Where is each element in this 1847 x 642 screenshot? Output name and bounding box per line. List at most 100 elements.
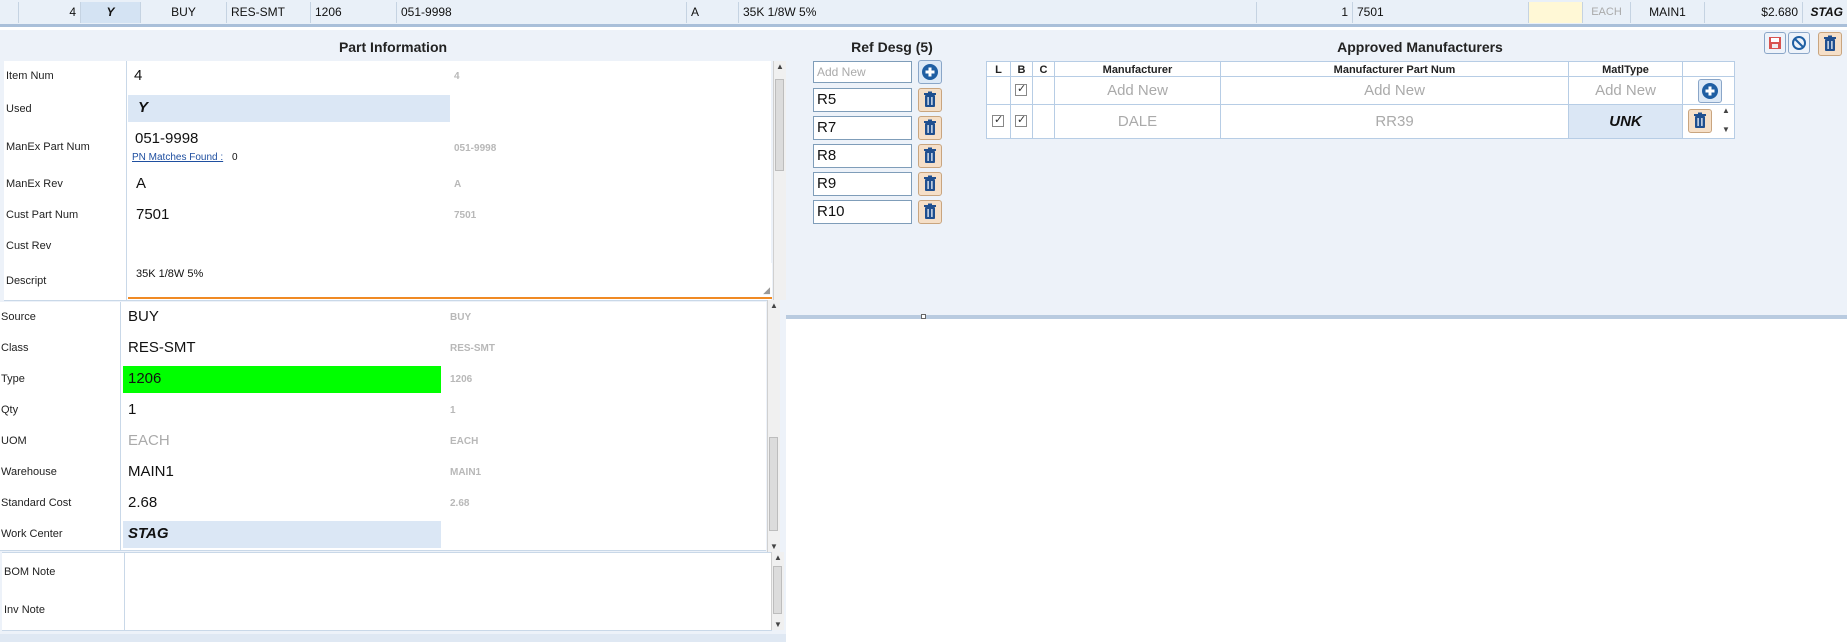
label-standard-cost: Standard Cost: [1, 497, 72, 509]
manex-part-num-input[interactable]: 051-9998: [135, 130, 198, 147]
trash-icon: [1694, 112, 1706, 128]
delete-ref-desg-button[interactable]: [918, 172, 942, 196]
delete-icon: [1824, 35, 1836, 51]
add-ref-desg-button[interactable]: [918, 60, 942, 84]
qty-input[interactable]: 1: [128, 401, 136, 418]
ref-desg-input[interactable]: R5: [813, 88, 912, 112]
label-work-center: Work Center: [1, 528, 63, 540]
save-button[interactable]: [1764, 32, 1786, 54]
used-select[interactable]: Y: [128, 95, 450, 122]
lower-scrollbar[interactable]: ▲ ▼: [767, 300, 780, 552]
used-value: Y: [138, 99, 149, 116]
header-b: B: [1011, 62, 1033, 78]
label-item-num: Item Num: [6, 70, 54, 82]
warehouse-select[interactable]: MAIN1: [128, 463, 174, 480]
item-num-input[interactable]: 4: [134, 67, 142, 84]
qty-original: 1: [450, 405, 456, 416]
amfr-row[interactable]: DALE RR39 UNK ▲ ▼: [986, 105, 1735, 139]
ref-desg-input[interactable]: R7: [813, 116, 912, 140]
delete-button[interactable]: [1818, 32, 1842, 56]
add-row-b-checkbox[interactable]: [1015, 82, 1027, 96]
label-warehouse: Warehouse: [1, 466, 57, 478]
part-information-panel: Part Information Item Num 4 4 Used Y Man…: [0, 30, 786, 642]
panel-splitter[interactable]: [786, 314, 1847, 319]
bom-grid-selected-row[interactable]: 4 Y BUY RES-SMT 1206 051-9998 A 35K 1/8W…: [0, 0, 1847, 27]
delete-ref-desg-button[interactable]: [918, 144, 942, 168]
field-warehouse: Warehouse MAIN1 MAIN1: [0, 457, 766, 489]
manufacturer-cell[interactable]: DALE: [1055, 105, 1221, 138]
add-manufacturer-button[interactable]: [1698, 79, 1722, 103]
approved-manufacturers-grid: L B C Manufacturer Manufacturer Part Num…: [986, 61, 1735, 139]
label-type: Type: [1, 373, 25, 385]
splitter-handle[interactable]: [921, 314, 926, 319]
scroll-up-icon[interactable]: ▲: [774, 553, 782, 562]
delete-manufacturer-button[interactable]: [1688, 109, 1712, 133]
label-cust-part-num: Cust Part Num: [6, 209, 79, 221]
source-original: BUY: [450, 312, 472, 323]
scroll-down-icon[interactable]: ▼: [1722, 125, 1730, 134]
standard-cost-input[interactable]: 2.68: [128, 494, 157, 511]
row-qty: 1: [1256, 2, 1352, 23]
class-select[interactable]: RES-SMT: [128, 339, 196, 356]
label-uom: UOM: [1, 435, 27, 447]
notes-scrollbar[interactable]: ▲ ▼: [771, 552, 784, 630]
bom-note-textarea[interactable]: [126, 554, 770, 590]
field-item-num: Item Num 4 4: [4, 61, 771, 94]
delete-ref-desg-button[interactable]: [918, 116, 942, 140]
plus-icon: [922, 64, 938, 80]
add-matl-type-input[interactable]: Add New: [1569, 77, 1683, 104]
delete-ref-desg-button[interactable]: [918, 200, 942, 224]
row-uom: EACH: [1582, 2, 1630, 23]
scroll-down-icon[interactable]: ▼: [774, 620, 782, 629]
source-select[interactable]: BUY: [128, 308, 159, 325]
uom-select[interactable]: EACH: [128, 432, 170, 449]
lower-scroll-thumb[interactable]: [769, 437, 778, 531]
cust-part-num-input[interactable]: 7501: [136, 206, 169, 223]
footer-strip: [0, 634, 786, 642]
label-source: Source: [1, 311, 36, 323]
row-class: RES-SMT: [226, 2, 310, 23]
row-b-checkbox[interactable]: [1015, 113, 1027, 127]
matl-type-cell[interactable]: UNK: [1569, 105, 1683, 138]
class-original: RES-SMT: [450, 343, 495, 354]
scroll-down-icon[interactable]: ▼: [770, 542, 778, 551]
row-source: BUY: [140, 2, 226, 23]
label-inv-note: Inv Note: [4, 604, 45, 616]
scroll-up-icon[interactable]: ▲: [1722, 106, 1730, 115]
header-l: L: [987, 62, 1011, 78]
scroll-up-icon[interactable]: ▲: [770, 301, 778, 310]
add-mfr-part-num-input[interactable]: Add New: [1221, 77, 1569, 104]
pn-matches-link[interactable]: PN Matches Found :: [132, 152, 223, 163]
delete-ref-desg-button[interactable]: [918, 88, 942, 112]
row-type: 1206: [310, 2, 396, 23]
ref-desg-input[interactable]: R9: [813, 172, 912, 196]
plus-icon: [1702, 83, 1718, 99]
ref-desg-new-input[interactable]: Add New: [813, 61, 912, 83]
add-manufacturer-input[interactable]: Add New: [1055, 77, 1221, 104]
row-work-center: STAG: [1802, 2, 1847, 23]
inv-note-textarea[interactable]: [126, 592, 770, 628]
scroll-up-icon[interactable]: ▲: [776, 62, 784, 71]
ref-desg-input[interactable]: R8: [813, 144, 912, 168]
manex-rev-input[interactable]: A: [136, 175, 146, 192]
type-select[interactable]: 1206: [123, 366, 441, 393]
descript-textarea[interactable]: 35K 1/8W 5% ◢: [128, 263, 772, 299]
field-cust-part-num: Cust Part Num 7501 7501: [4, 200, 771, 232]
label-qty: Qty: [1, 404, 19, 416]
mfr-part-num-cell[interactable]: RR39: [1221, 105, 1569, 138]
trash-icon: [924, 203, 936, 219]
row-l-checkbox[interactable]: [992, 113, 1004, 127]
amfr-header-row: L B C Manufacturer Manufacturer Part Num…: [986, 61, 1735, 78]
field-bom-note: BOM Note: [2, 552, 772, 593]
cancel-button[interactable]: [1788, 32, 1810, 54]
resize-handle-icon[interactable]: ◢: [763, 285, 770, 296]
save-icon: [1769, 37, 1781, 49]
upper-scroll-thumb[interactable]: [775, 79, 784, 171]
ref-desg-input[interactable]: R10: [813, 200, 912, 224]
upper-scrollbar[interactable]: ▲: [773, 61, 786, 300]
notes-scroll-thumb[interactable]: [773, 566, 782, 614]
work-center-select[interactable]: STAG: [123, 521, 441, 548]
row-part-num: 051-9998: [396, 2, 686, 23]
row-descript: 35K 1/8W 5%: [738, 2, 1256, 23]
header-matl-type: MatlType: [1569, 62, 1683, 78]
